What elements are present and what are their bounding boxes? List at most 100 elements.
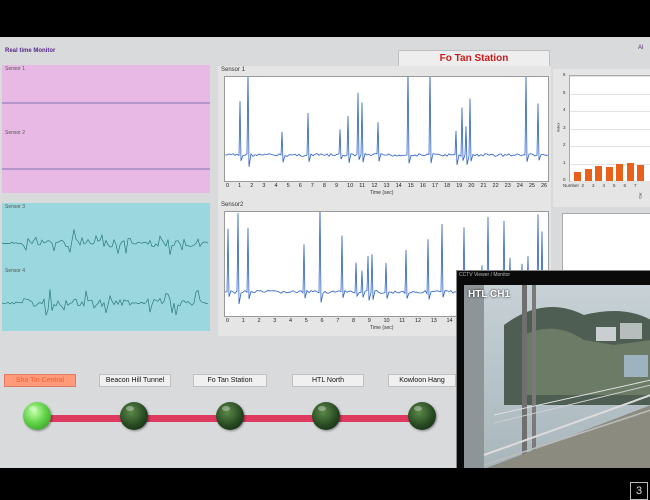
mini-sensor-trace xyxy=(2,289,209,316)
bar-grid-line xyxy=(570,76,650,77)
mini-sensor-label: Sensor 3 xyxy=(5,204,26,210)
bar xyxy=(584,168,592,181)
bar-x-tick-label: 5 xyxy=(613,183,616,188)
station-label-htl-north[interactable]: HTL North xyxy=(292,374,364,387)
x-tick-label: 26 xyxy=(541,183,548,189)
bar-y-tick-label: 1 xyxy=(563,159,566,165)
bar-grid-line xyxy=(570,128,650,130)
bar-grid-line xyxy=(570,146,650,147)
x-tick-label: 2 xyxy=(257,318,261,324)
x-tick-label: 10 xyxy=(347,183,354,189)
bar-side-label: Car xyxy=(637,192,643,199)
mini-sensor-trace xyxy=(2,229,209,255)
bar-y-tick-label: 2 xyxy=(563,142,566,147)
x-tick-label: 3 xyxy=(262,183,266,189)
x-tick-label: 25 xyxy=(528,183,535,189)
bar-grid-line xyxy=(570,181,650,182)
x-tick-label: 13 xyxy=(383,183,390,189)
bar xyxy=(637,165,644,181)
x-tick-label: 22 xyxy=(492,183,499,189)
bar-chart-panel: 6543210 Index Number 2 3 4 5 6 7 Car xyxy=(553,69,650,207)
x-tick-label: 14 xyxy=(446,318,453,324)
mini-sensor-label: Sensor 4 xyxy=(5,268,26,274)
app-title: Real time Monitor xyxy=(5,48,56,54)
x-tick-label: 1 xyxy=(241,318,245,324)
x-tick-label: 18 xyxy=(444,183,451,189)
cctv-video-feed[interactable]: HTL CH1 xyxy=(464,285,650,468)
mini-sensor-trace xyxy=(2,102,210,104)
monitor-screen: Real time Monitor Fo Tan Station Al Sens… xyxy=(0,37,650,468)
x-tick-label: 19 xyxy=(456,183,463,189)
cctv-window[interactable]: CCTV Viewer / Monitor HTL CH1 xyxy=(456,270,650,468)
x-tick-label: 3 xyxy=(273,318,277,324)
bar xyxy=(595,166,602,181)
bar xyxy=(616,163,623,181)
cctv-scene-image xyxy=(464,285,650,468)
bar xyxy=(605,167,613,181)
mini-sensor-trace xyxy=(2,168,210,170)
station-node-beacon-hill-tunnel[interactable] xyxy=(120,402,148,430)
x-tick-label: 4 xyxy=(274,183,278,189)
x-tick-label: 15 xyxy=(407,183,414,189)
bar-y-tick-label: 0 xyxy=(563,177,566,182)
mini-sensor-4[interactable]: Sensor 4 xyxy=(2,267,210,331)
bar-y-tick-label: 4 xyxy=(563,107,566,112)
sensor1-plot-area[interactable] xyxy=(224,68,552,182)
bar-y-tick-label: 3 xyxy=(563,124,566,130)
x-tick-label: 20 xyxy=(468,183,475,189)
station-node-sha-tin-central[interactable] xyxy=(23,402,51,430)
bar-x-tick-label: Number xyxy=(563,183,580,188)
bar-x-tick-label: 6 xyxy=(623,183,627,188)
bar xyxy=(626,162,634,181)
x-tick-label: 4 xyxy=(289,318,293,324)
x-tick-label: 9 xyxy=(367,318,371,324)
x-tick-label: 8 xyxy=(322,183,326,189)
mini-sensor-label: Sensor 2 xyxy=(5,130,26,136)
station-label-beacon-hill-tunnel[interactable]: Beacon Hill Tunnel xyxy=(99,374,171,387)
x-tick-label: 12 xyxy=(415,318,422,324)
station-node-htl-north[interactable] xyxy=(312,402,340,430)
plot-title: Sensor 1 xyxy=(221,67,246,73)
cctv-channel-label: HTL CH1 xyxy=(468,289,511,300)
station-header: Fo Tan Station xyxy=(398,50,550,67)
x-tick-label: 7 xyxy=(310,183,314,189)
bar xyxy=(574,172,581,181)
x-tick-label: 11 xyxy=(399,318,405,324)
x-tick-label: 2 xyxy=(250,183,254,189)
mini-sensor-1[interactable]: Sensor 1 xyxy=(2,65,210,129)
mini-sensor-label: Sensor 1 xyxy=(5,66,26,72)
x-tick-label: 10 xyxy=(383,318,390,324)
x-tick-label: 23 xyxy=(504,183,511,189)
mini-sensor-3[interactable]: Sensor 3 xyxy=(2,203,210,267)
x-tick-label: 5 xyxy=(304,318,308,324)
x-tick-label: 16 xyxy=(419,183,426,189)
x-tick-label: 12 xyxy=(371,183,378,189)
bar-x-tick-label: 2 xyxy=(581,183,585,188)
station-label-fo-tan[interactable]: Fo Tan Station xyxy=(193,374,267,387)
bar-grid-line xyxy=(570,93,650,95)
x-tick-label: 24 xyxy=(516,183,523,189)
corner-mark: Al xyxy=(638,45,644,51)
x-tick-label: 14 xyxy=(395,183,402,189)
x-tick-label: 9 xyxy=(335,183,339,189)
x-tick-label: 5 xyxy=(286,183,290,189)
x-tick-label: 17 xyxy=(431,183,439,189)
x-tick-label: 7 xyxy=(336,318,340,324)
bar-y-label: Index xyxy=(555,122,561,133)
x-axis-label: Time (sec) xyxy=(370,190,394,196)
mini-sensor-2[interactable]: Sensor 2 xyxy=(2,129,210,193)
station-node-kowloon-hang[interactable] xyxy=(408,402,436,430)
station-node-fo-tan[interactable] xyxy=(216,402,244,430)
station-label-sha-tin-central[interactable]: Sha Tin Central xyxy=(4,374,76,387)
page-number-badge: 3 xyxy=(630,482,648,500)
x-tick-label: 0 xyxy=(226,318,230,324)
x-tick-label: 6 xyxy=(298,183,302,189)
x-axis-label: Time (sec) xyxy=(370,325,394,331)
plot-title: Sensor2 xyxy=(221,202,244,208)
station-label-kowloon-hang[interactable]: Kowloon Hang xyxy=(388,374,456,387)
bar-y-tick-label: 6 xyxy=(563,72,566,77)
sensor1-plot-panel: Sensor 1 0 1 2 3 4 5 6 7 8 9 10 11 12 13 14 15 16 17 18 19 2… xyxy=(218,66,552,201)
x-tick-label: 6 xyxy=(320,318,324,324)
x-tick-label: 1 xyxy=(238,183,242,189)
bar-chart-area[interactable] xyxy=(569,75,650,182)
